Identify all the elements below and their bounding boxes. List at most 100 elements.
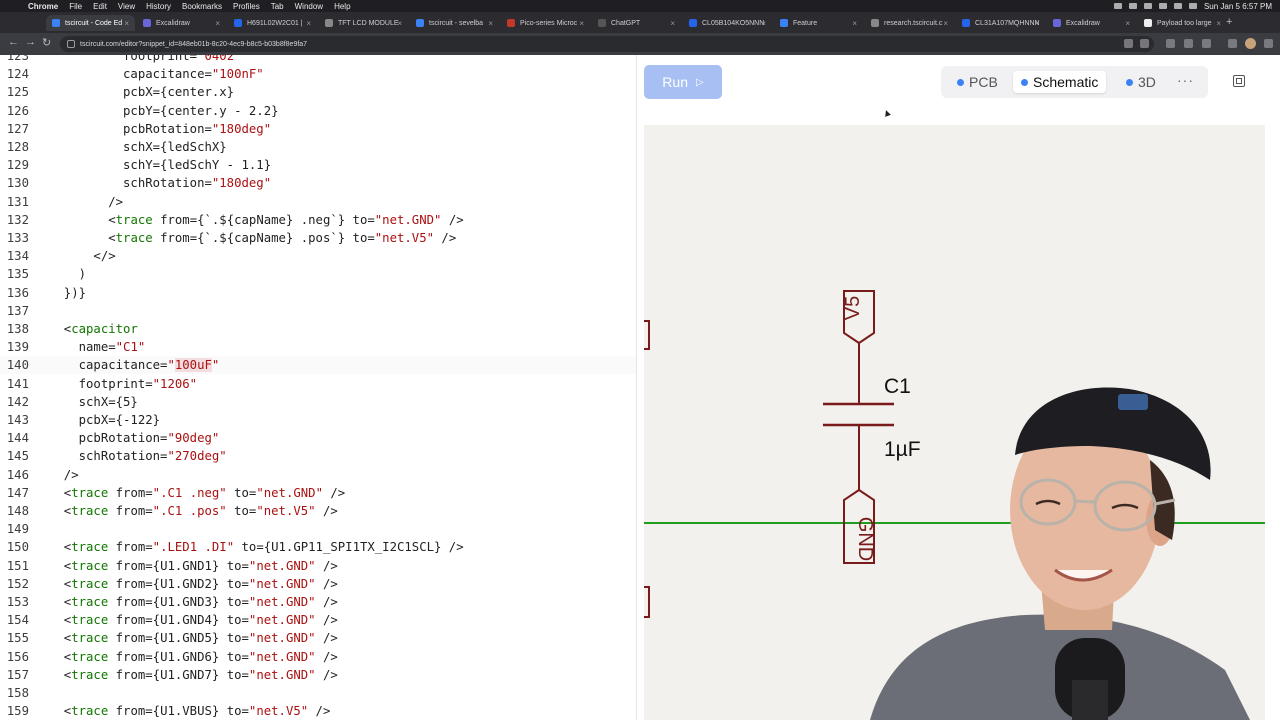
menu-app-chrome[interactable]: Chrome bbox=[28, 2, 58, 11]
zoom-icon[interactable] bbox=[1124, 39, 1133, 48]
code-line[interactable]: 124 capacitance="100nF" bbox=[0, 65, 636, 83]
reload-icon[interactable]: ↻ bbox=[42, 36, 51, 49]
battery-icon[interactable] bbox=[1173, 3, 1182, 9]
browser-tab[interactable]: ChatGPT × bbox=[592, 15, 681, 31]
code-text[interactable]: <trace from={U1.VBUS} to="net.V5" /> bbox=[49, 702, 331, 720]
tab-close-icon[interactable]: × bbox=[215, 19, 220, 28]
tab-schematic[interactable]: Schematic bbox=[1013, 71, 1107, 93]
code-line[interactable]: 137 bbox=[0, 302, 636, 320]
code-text[interactable]: <trace from={U1.GND3} to="net.GND" /> bbox=[49, 593, 338, 611]
code-text[interactable]: pcbRotation="180deg" bbox=[49, 120, 271, 138]
code-line[interactable]: 128 schX={ledSchX} bbox=[0, 138, 636, 156]
address-url[interactable]: tscircuit.com/editor?snippet_id=848eb01b… bbox=[80, 41, 307, 48]
tab-close-icon[interactable]: × bbox=[670, 19, 675, 28]
tab-3d[interactable]: 3D bbox=[1118, 71, 1164, 93]
extension-icon[interactable] bbox=[1184, 39, 1193, 48]
code-line[interactable]: 147 <trace from=".C1 .neg" to="net.GND" … bbox=[0, 484, 636, 502]
code-line[interactable]: 143 pcbX={-122} bbox=[0, 411, 636, 429]
menu-help[interactable]: Help bbox=[334, 2, 350, 11]
code-text[interactable]: schY={ledSchY - 1.1} bbox=[49, 156, 271, 174]
code-text[interactable]: footprint="1206" bbox=[49, 375, 197, 393]
code-line[interactable]: 155 <trace from={U1.GND5} to="net.GND" /… bbox=[0, 629, 636, 647]
menu-tab[interactable]: Tab bbox=[271, 2, 284, 11]
browser-tab[interactable]: H691L02W2C01 | × bbox=[228, 15, 317, 31]
code-text[interactable]: schX={5} bbox=[49, 393, 138, 411]
code-text[interactable]: schRotation="180deg" bbox=[49, 174, 271, 192]
menu-history[interactable]: History bbox=[146, 2, 171, 11]
code-line[interactable]: 144 pcbRotation="90deg" bbox=[0, 429, 636, 447]
menu-edit[interactable]: Edit bbox=[93, 2, 107, 11]
code-line[interactable]: 159 <trace from={U1.VBUS} to="net.V5" /> bbox=[0, 702, 636, 720]
tab-close-icon[interactable]: × bbox=[306, 19, 311, 28]
site-info-icon[interactable] bbox=[67, 40, 75, 48]
tab-close-icon[interactable]: × bbox=[397, 19, 402, 28]
menu-profiles[interactable]: Profiles bbox=[233, 2, 260, 11]
code-line[interactable]: 127 pcbRotation="180deg" bbox=[0, 120, 636, 138]
fullscreen-icon[interactable] bbox=[1233, 75, 1245, 87]
code-text[interactable]: <trace from={U1.GND2} to="net.GND" /> bbox=[49, 575, 338, 593]
address-bar[interactable]: tscircuit.com/editor?snippet_id=848eb01b… bbox=[60, 36, 1154, 52]
code-text[interactable]: schRotation="270deg" bbox=[49, 447, 227, 465]
new-tab-button[interactable]: + bbox=[1226, 16, 1232, 28]
browser-tab[interactable]: CL31A107MQHNNN × bbox=[956, 15, 1045, 31]
more-options-icon[interactable]: ··· bbox=[1177, 72, 1194, 88]
code-line[interactable]: 152 <trace from={U1.GND2} to="net.GND" /… bbox=[0, 575, 636, 593]
code-line[interactable]: 123 footprint="0402" bbox=[0, 55, 636, 65]
extension-icon[interactable] bbox=[1166, 39, 1175, 48]
code-text[interactable]: <trace from={`.${capName} .pos`} to="net… bbox=[49, 229, 456, 247]
code-line[interactable]: 156 <trace from={U1.GND6} to="net.GND" /… bbox=[0, 648, 636, 666]
code-line[interactable]: 154 <trace from={U1.GND4} to="net.GND" /… bbox=[0, 611, 636, 629]
menu-window[interactable]: Window bbox=[295, 2, 323, 11]
code-line[interactable]: 140 capacitance="100uF" bbox=[0, 356, 636, 375]
status-icon[interactable] bbox=[1113, 3, 1122, 9]
browser-menu-icon[interactable] bbox=[1264, 39, 1273, 48]
browser-tab[interactable]: CL05B104KO5NNN × bbox=[683, 15, 772, 31]
code-text[interactable]: <trace from={U1.GND5} to="net.GND" /> bbox=[49, 629, 338, 647]
code-text[interactable]: ) bbox=[49, 265, 86, 283]
code-line[interactable]: 126 pcbY={center.y - 2.2} bbox=[0, 102, 636, 120]
browser-tab[interactable]: Pico-series Microc × bbox=[501, 15, 590, 31]
browser-tab[interactable]: tscircuit - Code Ed × bbox=[46, 15, 135, 31]
code-line[interactable]: 150 <trace from=".LED1 .DI" to={U1.GP11_… bbox=[0, 538, 636, 556]
code-line[interactable]: 136 })} bbox=[0, 284, 636, 302]
code-text[interactable]: pcbY={center.y - 2.2} bbox=[49, 102, 278, 120]
code-line[interactable]: 130 schRotation="180deg" bbox=[0, 174, 636, 192]
code-line[interactable]: 134 </> bbox=[0, 247, 636, 265]
code-text[interactable]: name="C1" bbox=[49, 338, 146, 356]
wifi-icon[interactable] bbox=[1158, 3, 1167, 9]
code-text[interactable]: <trace from=".C1 .pos" to="net.V5" /> bbox=[49, 502, 338, 520]
code-text[interactable]: <trace from=".LED1 .DI" to={U1.GP11_SPI1… bbox=[49, 538, 464, 556]
status-icon[interactable] bbox=[1143, 3, 1152, 9]
code-line[interactable]: 146 /> bbox=[0, 466, 636, 484]
browser-tab[interactable]: Excalidraw × bbox=[1047, 15, 1136, 31]
code-text[interactable]: pcbRotation="90deg" bbox=[49, 429, 220, 447]
tab-close-icon[interactable]: × bbox=[124, 19, 129, 28]
code-text[interactable]: })} bbox=[49, 284, 86, 302]
search-icon[interactable] bbox=[1188, 3, 1197, 9]
download-icon[interactable] bbox=[1228, 39, 1237, 48]
code-text[interactable]: <capacitor bbox=[49, 320, 138, 338]
code-text[interactable]: </> bbox=[49, 247, 115, 265]
code-line[interactable]: 139 name="C1" bbox=[0, 338, 636, 356]
code-line[interactable]: 138 <capacitor bbox=[0, 320, 636, 338]
code-editor[interactable]: 123 footprint="0402" 124 capacitance="100… bbox=[0, 55, 636, 720]
back-icon[interactable]: ← bbox=[8, 36, 19, 48]
run-button[interactable]: Run ▷ bbox=[644, 65, 722, 99]
code-line[interactable]: 153 <trace from={U1.GND3} to="net.GND" /… bbox=[0, 593, 636, 611]
code-line[interactable]: 148 <trace from=".C1 .pos" to="net.V5" /… bbox=[0, 502, 636, 520]
forward-icon[interactable]: → bbox=[25, 36, 36, 48]
code-line[interactable]: 149 bbox=[0, 520, 636, 538]
tab-close-icon[interactable]: × bbox=[852, 19, 857, 28]
extensions-puzzle-icon[interactable] bbox=[1202, 39, 1211, 48]
code-line[interactable]: 158 bbox=[0, 684, 636, 702]
code-text[interactable]: /> bbox=[49, 466, 79, 484]
browser-tab[interactable]: Payload too large × bbox=[1138, 15, 1227, 31]
code-text[interactable]: /> bbox=[49, 193, 123, 211]
code-text[interactable]: <trace from=".C1 .neg" to="net.GND" /> bbox=[49, 484, 345, 502]
menu-bookmarks[interactable]: Bookmarks bbox=[182, 2, 222, 11]
code-text[interactable]: footprint="0402" bbox=[49, 55, 241, 65]
code-line[interactable]: 133 <trace from={`.${capName} .pos`} to=… bbox=[0, 229, 636, 247]
code-text[interactable]: <trace from={U1.GND1} to="net.GND" /> bbox=[49, 557, 338, 575]
status-icon[interactable] bbox=[1128, 3, 1137, 9]
tab-close-icon[interactable]: × bbox=[1034, 19, 1039, 28]
